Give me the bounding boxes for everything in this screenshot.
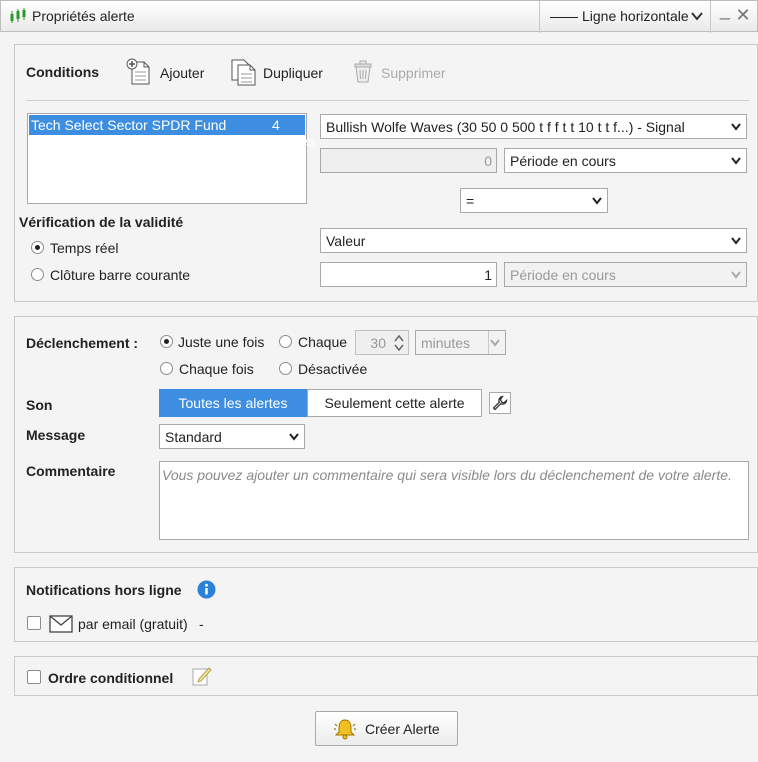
chevron-down-icon xyxy=(691,12,703,21)
create-alert-label: Créer Alerte xyxy=(365,721,440,737)
stepper-arrows-icon[interactable] xyxy=(393,333,405,353)
delete-button[interactable]: Supprimer xyxy=(352,58,452,86)
duplicate-label: Dupliquer xyxy=(263,65,323,81)
interval-stepper[interactable]: 30 xyxy=(355,330,409,355)
chevron-down-icon xyxy=(289,433,299,441)
conditions-label: Conditions xyxy=(26,64,100,80)
radio-realtime-label: Temps réel xyxy=(50,240,119,256)
comment-placeholder: Vous pouvez ajouter un commentaire qui s… xyxy=(162,467,732,483)
offset-value: 0 xyxy=(484,153,492,169)
chevron-down-icon xyxy=(731,157,741,165)
chevron-down-icon xyxy=(490,339,500,347)
radio-each-time-label: Chaque fois xyxy=(179,361,254,377)
message-value: Standard xyxy=(165,429,222,445)
radio-realtime[interactable] xyxy=(31,241,44,254)
email-label: par email (gratuit) xyxy=(78,616,188,632)
radio-once-label: Juste une fois xyxy=(178,334,265,350)
toolbar-divider xyxy=(26,100,749,101)
chevron-down-icon xyxy=(731,271,741,279)
duplicate-document-icon xyxy=(231,59,256,86)
sound-settings-button[interactable] xyxy=(489,392,511,414)
interval-value: 30 xyxy=(370,335,386,351)
duplicate-button[interactable]: Dupliquer xyxy=(230,58,330,86)
trash-icon xyxy=(354,60,372,83)
compare-type-value: Valeur xyxy=(326,233,366,249)
message-select[interactable]: Standard xyxy=(159,424,305,449)
chevron-down-icon xyxy=(592,197,602,205)
instrument-list[interactable]: Tech Select Sector SPDR Fund 4 heures xyxy=(27,113,315,204)
create-alert-button[interactable]: Créer Alerte xyxy=(315,711,458,746)
operator-value: = xyxy=(466,193,475,209)
sound-this-alert-tab[interactable]: Seulement cette alerte xyxy=(307,389,482,417)
radio-every[interactable] xyxy=(279,335,292,348)
validity-label: Vérification de la validité xyxy=(19,214,184,230)
minimize-button[interactable]: _ xyxy=(715,0,735,23)
title-bar: Propriétés alerte Ligne horizontale _ ✕ xyxy=(0,0,758,33)
compare-value-input[interactable]: 1 xyxy=(320,262,497,287)
chevron-down-icon xyxy=(731,237,741,245)
drawing-type-label: Ligne horizontale xyxy=(582,8,689,24)
radio-every-label: Chaque xyxy=(298,334,348,350)
indicator-select[interactable]: Bullish Wolfe Waves (30 50 0 500 t f f t… xyxy=(320,114,747,139)
indicator-value: Bullish Wolfe Waves (30 50 0 500 t f f t… xyxy=(326,119,685,135)
window-title: Propriétés alerte xyxy=(32,8,135,24)
conditional-order-checkbox[interactable] xyxy=(27,670,41,684)
sound-label: Son xyxy=(26,397,53,413)
message-label: Message xyxy=(26,427,86,443)
radio-each-time[interactable] xyxy=(160,362,173,375)
delete-label: Supprimer xyxy=(381,65,446,81)
interval-unit-value: minutes xyxy=(421,335,471,351)
info-icon[interactable] xyxy=(197,580,216,599)
bell-icon xyxy=(334,719,356,740)
notifications-label: Notifications hors ligne xyxy=(26,582,182,598)
add-document-icon xyxy=(126,58,150,85)
candlestick-icon xyxy=(10,8,26,23)
add-button[interactable]: Ajouter xyxy=(126,58,210,86)
drawing-type-select[interactable]: Ligne horizontale xyxy=(539,1,711,33)
compare-value: 1 xyxy=(484,267,492,283)
operator-select[interactable]: = xyxy=(460,188,608,213)
offset-input[interactable]: 0 xyxy=(320,148,497,173)
period-select-disabled[interactable]: Période en cours xyxy=(504,262,747,287)
radio-bar-close-label: Clôture barre courante xyxy=(50,267,191,283)
period-select[interactable]: Période en cours xyxy=(504,148,747,173)
wrench-icon xyxy=(492,395,508,411)
email-checkbox[interactable] xyxy=(27,616,41,630)
horizontal-line-icon xyxy=(550,17,578,18)
envelope-icon xyxy=(49,615,73,633)
radio-bar-close[interactable] xyxy=(31,268,44,281)
close-button[interactable]: ✕ xyxy=(733,4,753,28)
conditional-order-label: Ordre conditionnel xyxy=(48,670,174,686)
comment-label: Commentaire xyxy=(26,463,116,479)
interval-unit-select[interactable]: minutes xyxy=(415,330,506,355)
compare-type-select[interactable]: Valeur xyxy=(320,228,747,253)
period-value-disabled: Période en cours xyxy=(510,267,616,283)
trigger-label: Déclenchement : xyxy=(26,335,139,351)
chevron-down-icon xyxy=(731,123,741,131)
radio-disabled-label: Désactivée xyxy=(298,361,368,377)
period-value: Période en cours xyxy=(510,153,616,169)
radio-disabled[interactable] xyxy=(279,362,292,375)
email-suffix: - xyxy=(199,616,204,632)
add-label: Ajouter xyxy=(160,65,205,81)
instrument-period: 4 heures xyxy=(272,117,315,149)
radio-once[interactable] xyxy=(160,335,173,348)
comment-textarea[interactable]: Vous pouvez ajouter un commentaire qui s… xyxy=(159,461,749,540)
sound-all-alerts-tab[interactable]: Toutes les alertes xyxy=(159,389,307,417)
instrument-name: Tech Select Sector SPDR Fund xyxy=(31,117,227,133)
edit-icon[interactable] xyxy=(191,665,213,687)
list-item[interactable]: Tech Select Sector SPDR Fund 4 heures xyxy=(29,115,315,149)
